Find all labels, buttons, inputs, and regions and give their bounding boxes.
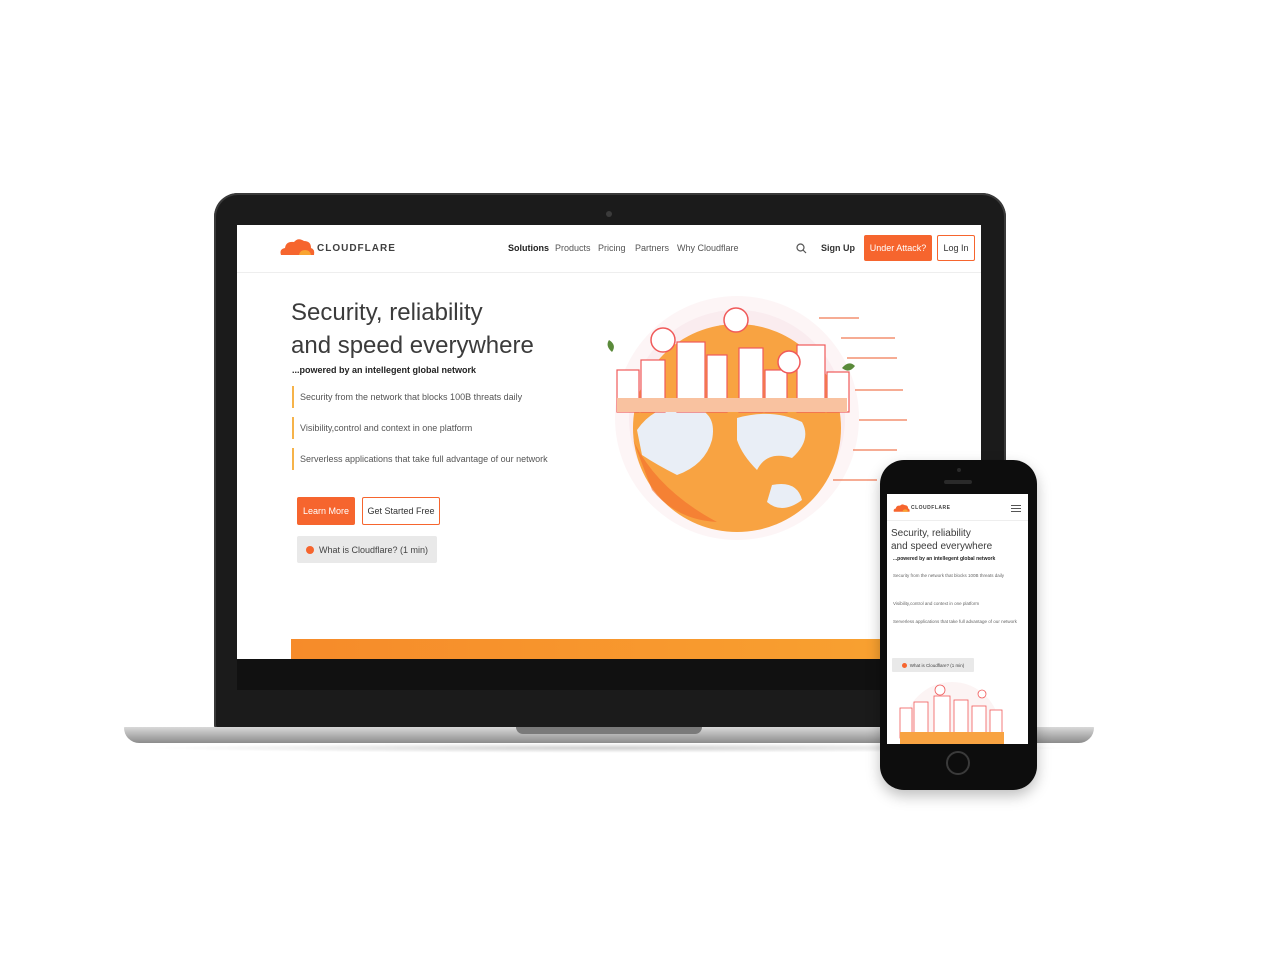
laptop-screen: CLOUDFLARE Solutions Products Pricing Pa…	[237, 225, 981, 690]
cloud-logo-icon[interactable]	[277, 237, 315, 257]
nav-products[interactable]: Products	[555, 243, 591, 253]
brand-name[interactable]: CLOUDFLARE	[317, 243, 396, 254]
nav-pricing[interactable]: Pricing	[598, 243, 626, 253]
laptop-notch	[516, 727, 702, 734]
hero-title-line-2: and speed everywhere	[291, 332, 534, 359]
learn-more-button[interactable]: Learn More	[297, 497, 355, 525]
phone-screen: CLOUDFLARE Security, reliability and spe…	[887, 494, 1028, 744]
hero-bullet: Serverless applications that take full a…	[292, 448, 580, 470]
mobile-hero-title-line-1: Security, reliability	[891, 528, 971, 539]
phone-camera	[957, 468, 961, 472]
phone-speaker	[944, 480, 972, 484]
mobile-hero-illustration	[899, 682, 1004, 744]
under-attack-button[interactable]: Under Attack?	[864, 235, 932, 261]
sign-up-link[interactable]: Sign Up	[821, 243, 855, 253]
log-in-button[interactable]: Log In	[937, 235, 975, 261]
phone-home-button[interactable]	[946, 751, 970, 775]
top-navigation: CLOUDFLARE Solutions Products Pricing Pa…	[237, 225, 981, 273]
cloud-logo-icon[interactable]	[892, 503, 910, 513]
play-icon	[305, 545, 314, 554]
brand-name[interactable]: CLOUDFLARE	[911, 505, 950, 511]
play-icon	[901, 662, 907, 668]
mobile-hero-title-line-2: and speed everywhere	[891, 541, 993, 552]
search-icon[interactable]	[796, 243, 807, 254]
nav-solutions[interactable]: Solutions	[508, 243, 549, 253]
mobile-video-button[interactable]: What is Cloudflare? (1 min)	[892, 658, 974, 672]
hamburger-menu-icon[interactable]	[1011, 505, 1021, 512]
mobile-hero-subtitle: ...powered by an intellegent global netw…	[893, 556, 996, 562]
mobile-bullet: Serverless applications that take full a…	[893, 619, 1017, 624]
laptop-camera	[606, 211, 612, 217]
hero-title: Security, reliability and speed everywhe…	[291, 296, 591, 362]
nav-why-cloudflare[interactable]: Why Cloudflare	[677, 243, 739, 253]
mobile-hero-title: Security, reliability and speed everywhe…	[891, 527, 1021, 553]
hero-bullet: Security from the network that blocks 10…	[292, 386, 580, 408]
nav-partners[interactable]: Partners	[635, 243, 669, 253]
mobile-video-label: What is Cloudflare? (1 min)	[909, 662, 965, 668]
video-button[interactable]: What is Cloudflare? (1 min)	[297, 536, 437, 563]
hero-bullet: Visibility,control and context in one pl…	[292, 417, 580, 439]
hero-subtitle: ...powered by an intellegent global netw…	[292, 365, 477, 375]
mobile-bullet: Visibility,control and context in one pl…	[893, 601, 980, 606]
video-button-label: What is Cloudflare? (1 min)	[318, 544, 429, 555]
hero-globe-illustration	[607, 296, 907, 540]
hero-title-line-1: Security, reliability	[291, 299, 483, 326]
orange-band	[291, 639, 981, 659]
mobile-nav-divider	[887, 520, 1028, 521]
get-started-free-button[interactable]: Get Started Free	[362, 497, 440, 525]
screen-bezel-bottom	[237, 659, 981, 690]
mobile-bullet: Security from the network that blocks 10…	[893, 573, 1005, 578]
